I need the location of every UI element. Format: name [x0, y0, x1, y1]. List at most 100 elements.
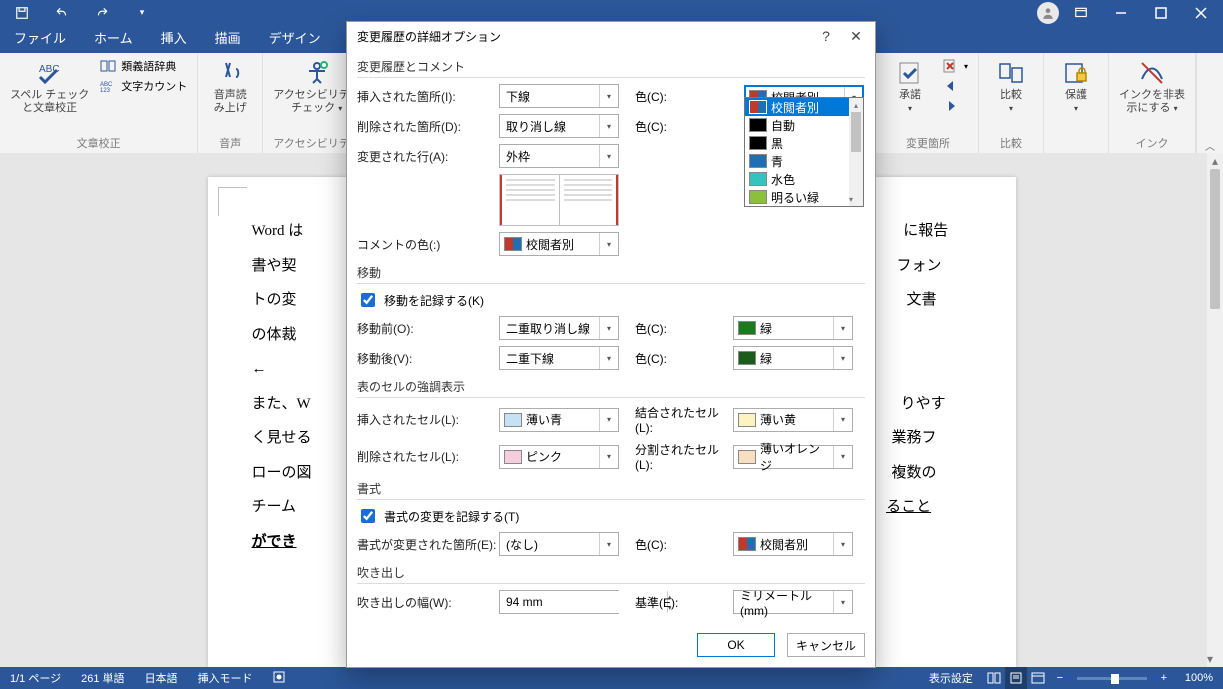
- formatting-label: 書式が変更された箇所(E):: [357, 536, 499, 553]
- chevron-down-icon: ▾: [599, 115, 618, 137]
- hide-ink-button[interactable]: インクを非表 示にする ▾: [1117, 57, 1187, 117]
- chevron-down-icon: ▾: [599, 85, 618, 107]
- window-minimize-button[interactable]: [1103, 0, 1139, 25]
- split-cells-label: 分割されたセル(L):: [635, 441, 733, 472]
- thesaurus-button[interactable]: 類義語辞典: [97, 57, 189, 75]
- tab-insert[interactable]: 挿入: [147, 22, 201, 53]
- status-display-settings[interactable]: 表示設定: [919, 670, 983, 686]
- track-formatting-checkbox[interactable]: 書式の変更を記録する(T): [357, 506, 865, 526]
- measure-in-combo[interactable]: ミリメートル (mm)▾: [733, 590, 853, 614]
- chevron-down-icon: ▾: [338, 104, 342, 113]
- status-page[interactable]: 1/1 ページ: [0, 670, 71, 686]
- merged-cells-label: 結合されたセル(L):: [635, 404, 733, 435]
- group-protect: [1052, 139, 1100, 151]
- scroll-thumb[interactable]: [1210, 169, 1220, 309]
- chevron-down-icon: ▾: [599, 145, 618, 167]
- moved-to-label: 移動後(V):: [357, 350, 499, 367]
- deleted-cells-combo[interactable]: ピンク▾: [499, 445, 619, 469]
- group-proofing: 文章校正: [8, 135, 189, 151]
- window-close-button[interactable]: [1183, 0, 1219, 25]
- split-cells-combo[interactable]: 薄いオレンジ▾: [733, 445, 853, 469]
- spelling-button[interactable]: ABC スペル チェック と文章校正: [8, 57, 91, 117]
- scroll-down-button[interactable]: ▾: [1207, 651, 1213, 667]
- dialog-help-button[interactable]: ?: [811, 23, 841, 49]
- scroll-down-button[interactable]: ▾: [849, 192, 853, 206]
- formatting-combo[interactable]: (なし)▾: [499, 532, 619, 556]
- tab-design[interactable]: デザイン: [255, 22, 335, 53]
- tab-home[interactable]: ホーム: [80, 22, 147, 53]
- dropdown-item-bright-green[interactable]: 明るい緑: [745, 188, 863, 206]
- inserted-cells-label: 挿入されたセル(L):: [357, 411, 499, 428]
- moved-to-combo[interactable]: 二重下線▾: [499, 346, 619, 370]
- word-count-button[interactable]: ABC123文字カウント: [97, 77, 189, 95]
- chevron-down-icon: ▾: [833, 533, 852, 555]
- user-avatar[interactable]: [1037, 2, 1059, 24]
- section-track-changes: 変更履歴とコメント: [357, 58, 865, 78]
- insertions-combo[interactable]: 下線▾: [499, 84, 619, 108]
- chevron-down-icon: ▾: [599, 446, 618, 468]
- chevron-down-icon: ▾: [833, 317, 852, 339]
- protect-button[interactable]: 保護▾: [1052, 57, 1100, 117]
- scroll-up-button[interactable]: ▴: [849, 98, 863, 112]
- moved-from-label: 移動前(O):: [357, 320, 499, 337]
- tab-file[interactable]: ファイル: [0, 22, 80, 53]
- read-aloud-button[interactable]: 音声読 み上げ: [206, 57, 254, 117]
- window-maximize-button[interactable]: [1143, 0, 1179, 25]
- chevron-down-icon: ▾: [833, 409, 852, 431]
- next-change-button[interactable]: [940, 97, 970, 115]
- status-insert-mode[interactable]: 挿入モード: [188, 670, 263, 686]
- deleted-cells-label: 削除されたセル(L):: [357, 448, 499, 465]
- group-speech: 音声: [206, 135, 254, 151]
- chevron-down-icon: ▾: [599, 317, 618, 339]
- moved-to-color-combo[interactable]: 緑▾: [733, 346, 853, 370]
- moved-from-color-combo[interactable]: 緑▾: [733, 316, 853, 340]
- ok-button[interactable]: OK: [697, 633, 775, 657]
- dialog-close-button[interactable]: ✕: [841, 23, 871, 49]
- comment-color-combo[interactable]: 校閲者別▾: [499, 232, 619, 256]
- dropdown-item-auto[interactable]: 自動: [745, 116, 863, 134]
- chevron-down-icon: ▾: [599, 347, 618, 369]
- group-ink: インク: [1117, 135, 1187, 151]
- changed-lines-combo[interactable]: 外枠▾: [499, 144, 619, 168]
- status-word-count[interactable]: 261 単語: [71, 670, 134, 686]
- zoom-level[interactable]: 100%: [1175, 672, 1223, 684]
- chevron-down-icon: ▾: [599, 409, 618, 431]
- scroll-thumb[interactable]: [851, 112, 861, 152]
- formatting-color-combo[interactable]: 校閲者別▾: [733, 532, 853, 556]
- zoom-slider[interactable]: [1077, 677, 1147, 680]
- dropdown-item-byreviewer[interactable]: 校閲者別: [745, 98, 863, 116]
- compare-button[interactable]: 比較▾: [987, 57, 1035, 117]
- accept-button[interactable]: 承諾▾: [886, 57, 934, 117]
- formatting-color-label: 色(C):: [635, 536, 733, 553]
- dropdown-item-blue[interactable]: 青: [745, 152, 863, 170]
- balloon-width-spinner[interactable]: ▴▾: [499, 590, 619, 614]
- scroll-up-button[interactable]: ▴: [1207, 153, 1223, 169]
- dropdown-scrollbar[interactable]: ▴ ▾: [849, 98, 863, 206]
- deletions-combo[interactable]: 取り消し線▾: [499, 114, 619, 138]
- status-language[interactable]: 日本語: [135, 670, 188, 686]
- dropdown-item-black[interactable]: 黒: [745, 134, 863, 152]
- collapse-ribbon-button[interactable]: ︿: [1196, 53, 1223, 153]
- balloon-width-label: 吹き出しの幅(W):: [357, 594, 499, 611]
- reject-button[interactable]: ▾: [940, 57, 970, 75]
- previous-change-button[interactable]: [940, 77, 970, 95]
- view-read-mode[interactable]: [983, 667, 1005, 689]
- zoom-in-button[interactable]: +: [1153, 667, 1175, 689]
- cancel-button[interactable]: キャンセル: [787, 633, 865, 657]
- ribbon-display-button[interactable]: [1063, 0, 1099, 25]
- merged-cells-combo[interactable]: 薄い黄▾: [733, 408, 853, 432]
- changed-lines-preview: [499, 174, 619, 226]
- zoom-out-button[interactable]: −: [1049, 667, 1071, 689]
- status-macro-icon[interactable]: [263, 671, 295, 686]
- track-moves-checkbox[interactable]: 移動を記録する(K): [357, 290, 865, 310]
- view-print-layout[interactable]: [1005, 667, 1027, 689]
- dropdown-item-aqua[interactable]: 水色: [745, 170, 863, 188]
- insertions-color-dropdown[interactable]: 校閲者別 自動 黒 青 水色 明るい緑 ▴ ▾: [744, 97, 864, 207]
- tab-draw[interactable]: 描画: [201, 22, 255, 53]
- inserted-cells-combo[interactable]: 薄い青▾: [499, 408, 619, 432]
- view-web-layout[interactable]: [1027, 667, 1049, 689]
- chevron-down-icon: ▾: [833, 347, 852, 369]
- vertical-scrollbar[interactable]: ▴ ▾: [1207, 153, 1223, 667]
- moved-from-combo[interactable]: 二重取り消し線▾: [499, 316, 619, 340]
- chevron-down-icon: ▾: [1074, 104, 1078, 113]
